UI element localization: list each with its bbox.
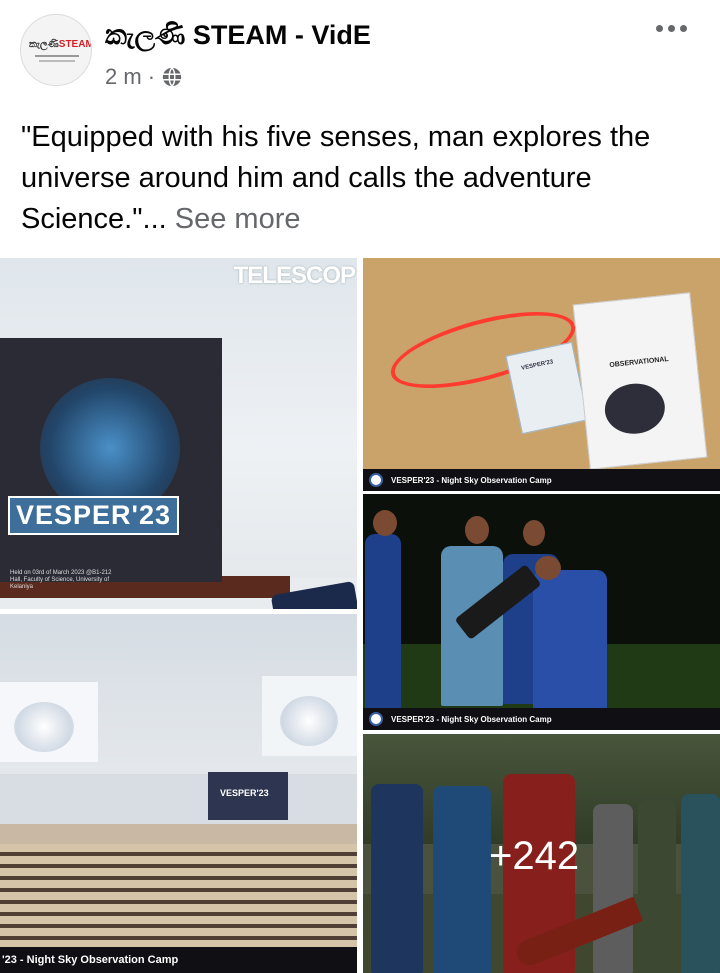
post-body: "Equipped with his five senses, man expl…	[21, 121, 651, 235]
globe-icon	[162, 67, 182, 87]
post-header: කැලණිSTEAM කැලණි STEAM - VidE 2 m ·	[0, 0, 720, 110]
person-head	[373, 510, 397, 536]
screen-glow	[280, 696, 338, 746]
avatar-logo-line	[35, 55, 79, 57]
photo-caption: '23 - Night Sky Observation Camp	[0, 947, 357, 973]
post-time[interactable]: 2 m	[105, 64, 142, 90]
photo-4[interactable]: VESPER'23 '23 - Night Sky Observation Ca…	[0, 614, 357, 973]
stage-banner: VESPER'23	[208, 772, 288, 820]
meta-separator: ·	[147, 64, 156, 89]
page-avatar[interactable]: කැලණිSTEAM	[20, 14, 92, 86]
post-text: "Equipped with his five senses, man expl…	[21, 117, 701, 240]
see-more-link[interactable]: See more	[175, 203, 301, 235]
photo-5[interactable]: +242	[363, 734, 720, 973]
stage-banner-text: VESPER'23	[220, 788, 269, 798]
person-head	[465, 516, 489, 544]
photo-1[interactable]: TELESCOP VESPER'23 Held on 03rd of March…	[0, 258, 357, 609]
avatar-logo: කැලණිSTEAM	[29, 39, 92, 50]
brochure-title: OBSERVATIONAL	[609, 355, 670, 370]
more-options-icon[interactable]	[656, 18, 690, 38]
person	[365, 534, 401, 709]
seal-icon	[369, 712, 383, 726]
avatar-logo-line	[39, 60, 75, 62]
person	[533, 570, 607, 710]
brochure: OBSERVATIONAL	[572, 292, 708, 470]
photo-caption-bar: VESPER'23 - Night Sky Observation Camp	[363, 708, 720, 730]
more-photos-count[interactable]: +242	[489, 834, 579, 879]
banner-title: VESPER'23	[8, 496, 179, 535]
card-label: VESPER'23	[520, 359, 554, 372]
photo-caption: VESPER'23 - Night Sky Observation Camp	[391, 475, 552, 485]
photo-caption: VESPER'23 - Night Sky Observation Camp	[391, 714, 552, 724]
photo-2[interactable]: VESPER'23 OBSERVATIONAL VESPER'23 - Nigh…	[363, 258, 720, 491]
photo-caption-bar: VESPER'23 - Night Sky Observation Camp	[363, 469, 720, 491]
photo-3[interactable]: VESPER'23 - Night Sky Observation Camp	[363, 494, 720, 730]
brochure-illustration	[602, 380, 668, 437]
screen-glow	[14, 702, 74, 752]
seal-icon	[369, 473, 383, 487]
banner-note: Held on 03rd of March 2023 @B1-212 Hall,…	[10, 570, 112, 590]
person-head	[523, 520, 545, 546]
id-card: VESPER'23	[505, 341, 589, 435]
vesper-banner: VESPER'23 Held on 03rd of March 2023 @B1…	[0, 338, 222, 590]
post-meta: 2 m ·	[105, 64, 183, 90]
wall-sign: TELESCOP	[233, 262, 356, 289]
page-name[interactable]: කැලණි STEAM - VidE	[105, 20, 371, 52]
person-head	[535, 556, 561, 580]
